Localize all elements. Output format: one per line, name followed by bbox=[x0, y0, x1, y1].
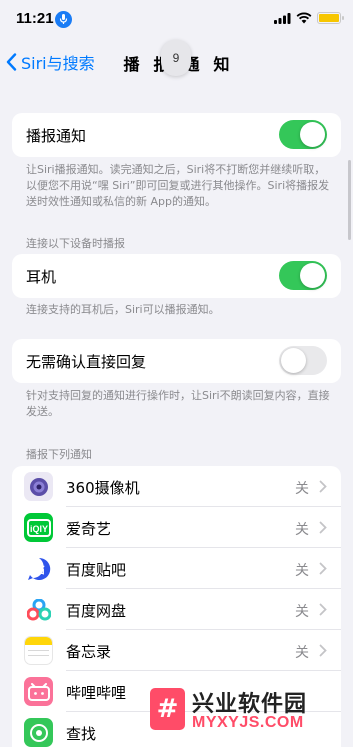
floating-touch-badge[interactable]: 9 bbox=[161, 40, 191, 76]
announce-notifications-row[interactable]: 播报通知 bbox=[12, 113, 341, 157]
chevron-right-icon bbox=[319, 521, 327, 534]
app-name: 备忘录 bbox=[66, 643, 112, 661]
microphone-indicator-icon bbox=[55, 11, 72, 28]
app-setting-value: 关 bbox=[295, 563, 309, 579]
chevron-right-icon bbox=[319, 562, 327, 575]
wifi-icon bbox=[296, 12, 312, 24]
watermark-logo-icon: # bbox=[150, 688, 185, 730]
app-setting-value: 关 bbox=[295, 604, 309, 620]
cellular-signal-icon bbox=[274, 12, 291, 24]
bilibili-icon bbox=[24, 677, 53, 706]
headphones-toggle[interactable] bbox=[279, 261, 327, 290]
announce-notifications-toggle[interactable] bbox=[279, 120, 327, 149]
watermark-domain: MYXYJS.COM bbox=[192, 714, 304, 731]
app-name: 查找 bbox=[66, 725, 97, 743]
site-watermark: # 兴业软件园 MYXYJS.COM bbox=[150, 686, 350, 738]
status-time: 11:21 bbox=[16, 10, 54, 27]
headphones-row[interactable]: 耳机 bbox=[12, 254, 341, 298]
baidu-netdisk-icon bbox=[24, 595, 53, 624]
app-row-360-camera[interactable]: 360摄像机 关 bbox=[12, 466, 341, 507]
chevron-right-icon bbox=[319, 603, 327, 616]
navigation-bar: Siri与搜索 播报通知 9 bbox=[0, 40, 353, 84]
360-camera-icon bbox=[24, 472, 53, 501]
app-row-notes[interactable]: 备忘录 关 bbox=[12, 630, 341, 671]
headphones-footnote: 连接支持的耳机后，Siri可以播报通知。 bbox=[26, 303, 220, 316]
app-setting-value: 关 bbox=[295, 645, 309, 661]
notes-icon bbox=[24, 636, 53, 665]
app-row-iqiyi[interactable]: iQIY 爱奇艺 关 bbox=[12, 507, 341, 548]
status-bar: 11:21 bbox=[0, 0, 353, 40]
iqiyi-icon: iQIY bbox=[24, 513, 53, 542]
scroll-indicator[interactable] bbox=[348, 160, 351, 240]
chevron-right-icon bbox=[319, 480, 327, 493]
headphones-label: 耳机 bbox=[26, 268, 57, 286]
status-icons bbox=[274, 12, 344, 24]
svg-text:iQIY: iQIY bbox=[29, 524, 47, 534]
chevron-right-icon bbox=[319, 644, 327, 657]
app-name: 360摄像机 bbox=[66, 479, 140, 497]
announce-footnote: 让Siri播报通知。读完通知之后，Siri将不打断您并继续听取，以便您不用说“嘿… bbox=[26, 163, 330, 208]
app-name: 爱奇艺 bbox=[66, 520, 112, 538]
find-my-icon bbox=[24, 718, 53, 747]
app-name: 哔哩哔哩 bbox=[66, 684, 127, 702]
reply-without-confirmation-label: 无需确认直接回复 bbox=[26, 353, 147, 371]
devices-section-header: 连接以下设备时播报 bbox=[26, 237, 125, 250]
apps-section-header: 播报下列通知 bbox=[26, 448, 92, 461]
app-setting-value: 关 bbox=[295, 481, 309, 497]
app-name: 百度网盘 bbox=[66, 602, 127, 620]
baidu-tieba-icon: 贴 bbox=[24, 554, 53, 583]
app-setting-value: 关 bbox=[295, 522, 309, 538]
battery-icon bbox=[317, 12, 344, 24]
app-row-baidu-tieba[interactable]: 贴 百度贴吧 关 bbox=[12, 548, 341, 589]
svg-text:贴: 贴 bbox=[32, 562, 44, 576]
reply-footnote: 针对支持回复的通知进行操作时，让Siri不朗读回复内容，直接发送。 bbox=[26, 389, 330, 418]
reply-without-confirmation-toggle[interactable] bbox=[279, 346, 327, 375]
app-name: 百度贴吧 bbox=[66, 561, 127, 579]
reply-without-confirmation-row[interactable]: 无需确认直接回复 bbox=[12, 339, 341, 383]
app-row-baidu-netdisk[interactable]: 百度网盘 关 bbox=[12, 589, 341, 630]
announce-notifications-label: 播报通知 bbox=[26, 127, 87, 145]
